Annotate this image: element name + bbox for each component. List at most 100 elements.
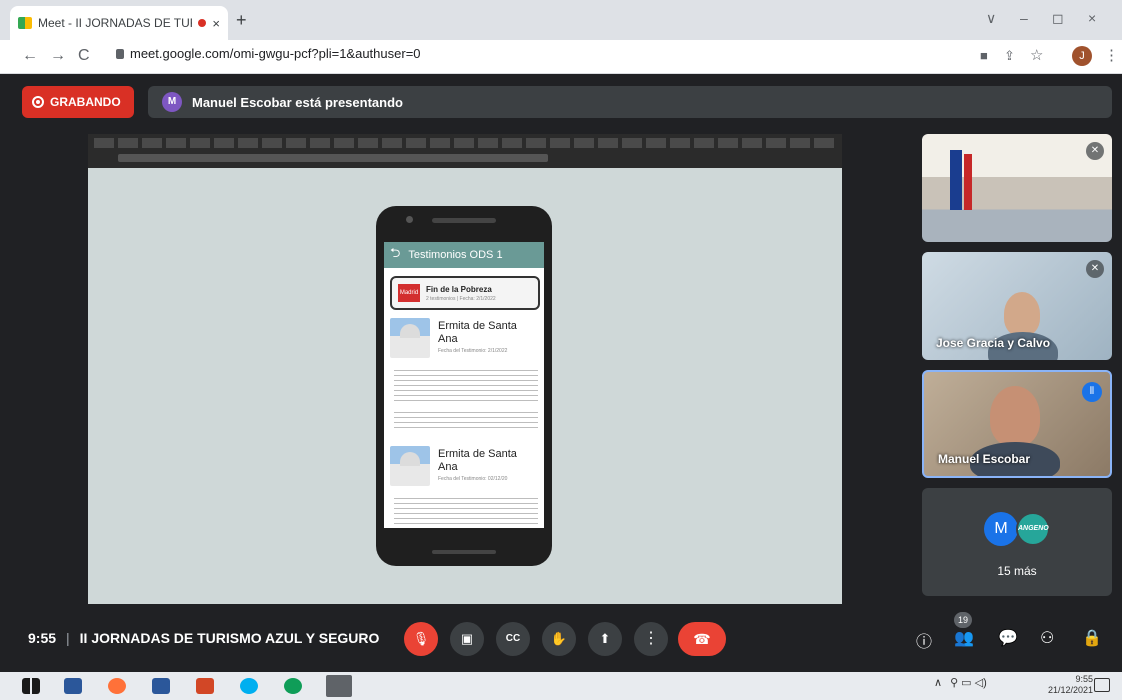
recording-dot-icon: [198, 19, 207, 27]
red-flag: [964, 154, 972, 210]
host-controls-button[interactable]: 🔒: [1082, 628, 1102, 648]
presenter-avatar: M: [162, 92, 182, 112]
entry-text-block: [394, 368, 538, 404]
firefox-icon[interactable]: [108, 678, 126, 694]
mic-off-icon: ✕: [1086, 260, 1104, 278]
more-participants-tile[interactable]: M ANGENO 15 más: [922, 488, 1112, 596]
reload-button[interactable]: C: [78, 47, 90, 65]
present-icon: ⬆: [599, 631, 611, 646]
mic-off-icon: ✕: [1086, 142, 1104, 160]
church-thumbnail: [390, 318, 430, 358]
activities-icon: ⚇: [1040, 630, 1055, 647]
entry-text-block: [394, 410, 538, 432]
entry-date: Fecha del Testimonio: 02/12/20: [438, 476, 508, 482]
record-icon: [32, 96, 44, 108]
testimony-entry: Ermita de Santa Ana Fecha del Testimonio…: [388, 444, 540, 490]
tab-search-chevron-icon[interactable]: ∨: [986, 10, 996, 27]
shared-url: [118, 154, 548, 162]
testimony-entry: Ermita de Santa Ana Fecha del Testimonio…: [388, 316, 540, 362]
app-header-title: Testimonios ODS 1: [408, 249, 503, 261]
meet-favicon-icon: [18, 17, 32, 29]
shared-tabs: [94, 138, 834, 148]
bookmark-star-icon[interactable]: ☆: [1030, 46, 1043, 64]
participant-name: Manuel Escobar: [938, 452, 1031, 466]
url-path: /omi-gwgu-pcf?pli=1&authuser=0: [229, 46, 421, 61]
new-tab-button[interactable]: +: [236, 10, 247, 31]
tab-close-icon[interactable]: ×: [212, 16, 220, 31]
share-icon[interactable]: ⇪: [1004, 48, 1015, 64]
speaking-indicator-icon: ⦀: [1082, 382, 1102, 402]
chrome-icon-active[interactable]: [326, 675, 352, 697]
hand-icon: ✋: [550, 631, 568, 646]
activities-button[interactable]: ⚇: [1040, 628, 1054, 648]
restore-button[interactable]: ◻: [1052, 10, 1064, 27]
chat-button[interactable]: 💬: [998, 628, 1018, 648]
entry-title: Ermita de Santa Ana: [438, 448, 517, 473]
hangup-button[interactable]: ☎: [678, 622, 726, 656]
participant-avatar-logo: ANGENO: [1016, 512, 1050, 546]
entry-title: Ermita de Santa Ana: [438, 320, 517, 345]
hangup-icon: ☎: [693, 631, 711, 647]
windows-start-icon[interactable]: [22, 678, 40, 694]
browser-menu-icon[interactable]: ⋮: [1104, 46, 1119, 64]
powerpoint-icon[interactable]: [196, 678, 214, 694]
url-field[interactable]: meet.google.com/omi-gwgu-pcf?pli=1&authu…: [116, 46, 421, 61]
browser-tab[interactable]: Meet - II JORNADAS DE TUR ×: [10, 6, 228, 40]
forward-button[interactable]: →: [50, 47, 66, 65]
profile-avatar[interactable]: J: [1072, 46, 1092, 66]
url-host: meet.google.com: [130, 46, 230, 61]
close-window-button[interactable]: ×: [1088, 10, 1096, 26]
app-header: ⮌ Testimonios ODS 1: [384, 242, 544, 268]
word-icon[interactable]: [152, 678, 170, 694]
meeting-time: 9:55: [28, 630, 57, 646]
file-explorer-icon[interactable]: [64, 678, 82, 694]
recording-indicator[interactable]: GRABANDO: [22, 86, 134, 118]
camera-in-use-icon[interactable]: ■: [980, 48, 988, 63]
camera-toggle-button[interactable]: ▣: [450, 622, 484, 656]
meeting-info: 9:55 | II JORNADAS DE TURISMO AZUL Y SEG…: [28, 630, 379, 646]
phone-camera: [406, 216, 413, 223]
info-icon: ⓘ: [916, 634, 933, 651]
recording-label: GRABANDO: [50, 95, 121, 109]
phone-speaker: [432, 218, 496, 223]
captions-icon: CC: [505, 633, 521, 644]
participant-tile-room[interactable]: ✕: [922, 134, 1112, 242]
raise-hand-button[interactable]: ✋: [542, 622, 576, 656]
meeting-details-button[interactable]: ⓘ: [916, 628, 932, 652]
clock-date: 21/12/2021: [1048, 685, 1094, 695]
ods-card-subtitle: 2 testimonios | Fecha: 2/1/2022: [426, 295, 496, 302]
tray-icons[interactable]: ⚲ ▭ ◁): [950, 676, 987, 689]
edge-icon[interactable]: [284, 678, 302, 694]
clock-time: 9:55: [1075, 674, 1094, 684]
back-arrow-icon: ⮌: [390, 245, 401, 260]
more-vert-icon: ⋮: [643, 630, 659, 647]
people-button[interactable]: 👥: [954, 628, 974, 648]
presenting-banner: M Manuel Escobar está presentando: [148, 86, 1112, 118]
church-thumbnail: [390, 446, 430, 486]
lock-icon: [116, 48, 124, 59]
meeting-separator: |: [66, 630, 70, 646]
shield-icon: 🔒: [1082, 630, 1102, 647]
participant-face: [1004, 292, 1040, 336]
people-icon: 👥: [954, 630, 974, 647]
present-button[interactable]: ⬆: [588, 622, 622, 656]
people-count-badge: 19: [954, 612, 972, 628]
taskbar-clock[interactable]: 9:55 21/12/2021: [1048, 674, 1093, 696]
tray-expand-icon[interactable]: ∧: [934, 676, 942, 689]
presenting-text: Manuel Escobar está presentando: [192, 94, 403, 110]
participant-tile-manuel[interactable]: ⦀ Manuel Escobar: [922, 370, 1112, 478]
minimize-button[interactable]: –: [1020, 10, 1028, 26]
eu-flag: [950, 150, 962, 210]
more-options-button[interactable]: ⋮: [634, 622, 668, 656]
participant-avatar: M: [984, 512, 1018, 546]
notification-icon[interactable]: [1094, 678, 1110, 692]
participant-name: Jose Gracia y Calvo: [936, 336, 1051, 350]
captions-button[interactable]: CC: [496, 622, 530, 656]
skype-icon[interactable]: [240, 678, 258, 694]
system-tray[interactable]: ∧ ⚲ ▭ ◁): [934, 676, 987, 689]
mic-toggle-button[interactable]: 🎙: [404, 622, 438, 656]
participant-tile-jose[interactable]: ✕ Jose Gracia y Calvo: [922, 252, 1112, 360]
back-button[interactable]: ←: [22, 47, 38, 65]
ods-card: Madrid Fin de la Pobreza 2 testimonios |…: [390, 276, 540, 310]
ods-card-title: Fin de la Pobreza: [426, 284, 492, 294]
